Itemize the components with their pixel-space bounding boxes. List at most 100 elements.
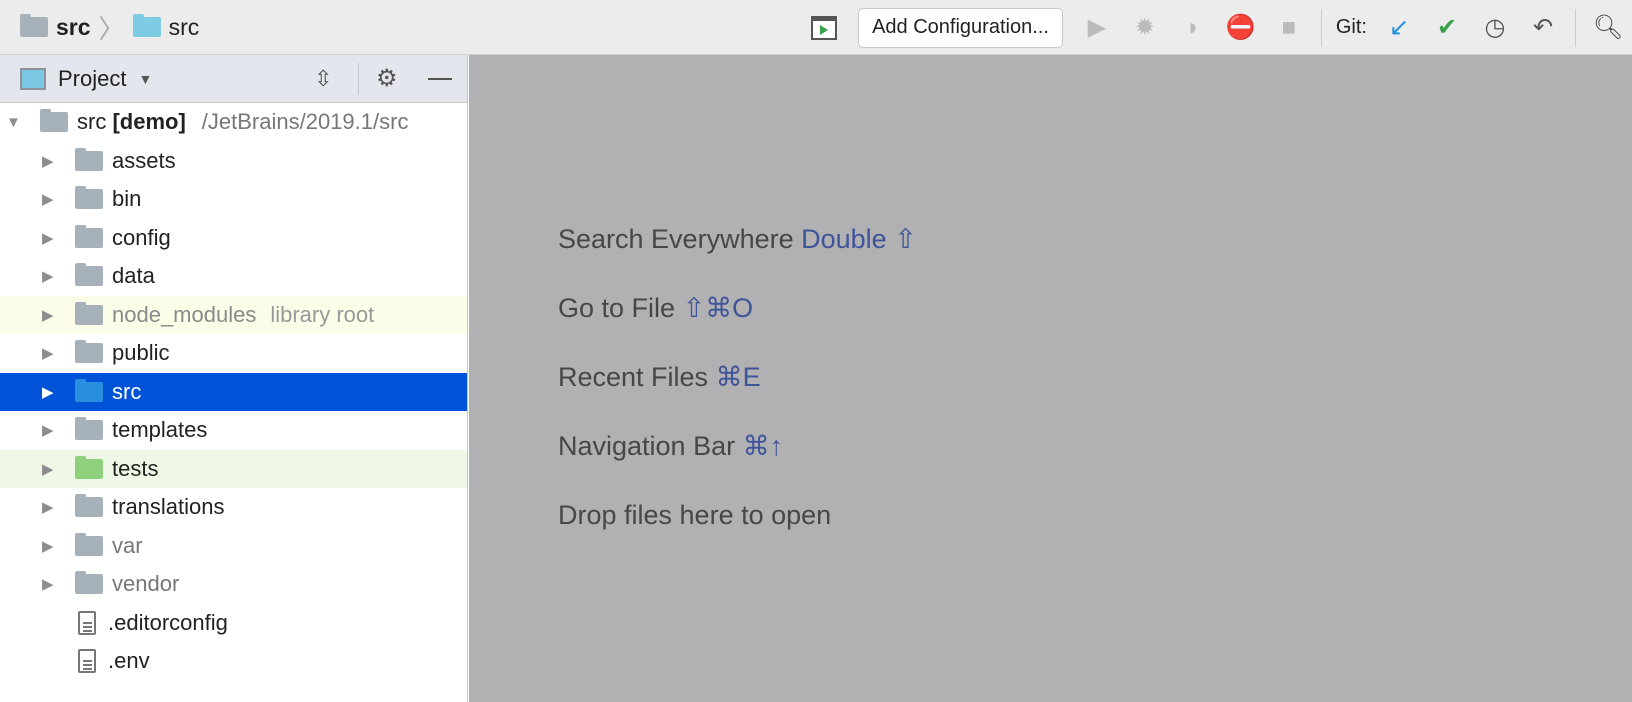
chevron-right-icon[interactable]: ▶ bbox=[42, 344, 56, 362]
folder-name: bin bbox=[112, 186, 142, 212]
folder-name: var bbox=[112, 532, 143, 558]
folder-name: node_modules bbox=[112, 301, 257, 327]
git-commit-icon[interactable]: ✔ bbox=[1427, 8, 1467, 48]
project-panel-header: Project ▼ ⇳ ⚙ bbox=[0, 55, 467, 103]
divider bbox=[1575, 8, 1576, 47]
editor-hint: Recent Files ⌘E bbox=[558, 362, 761, 393]
folder-name: vendor bbox=[112, 571, 180, 597]
tree-folder[interactable]: ▶ vendor bbox=[0, 565, 467, 604]
root-name: src bbox=[77, 109, 107, 135]
panel-title[interactable]: Project bbox=[58, 66, 126, 92]
add-configuration-button[interactable]: Add Configuration... bbox=[858, 7, 1063, 48]
tree-folder[interactable]: ▶ tests bbox=[0, 449, 467, 488]
hint-text: Drop files here to open bbox=[558, 500, 832, 530]
run-window-icon[interactable] bbox=[804, 8, 844, 48]
chevron-right-icon[interactable]: ▶ bbox=[42, 460, 56, 478]
folder-icon bbox=[75, 571, 103, 595]
tree-file[interactable]: .editorconfig bbox=[0, 604, 467, 643]
file-icon bbox=[78, 649, 96, 674]
coverage-icon[interactable]: ◗ bbox=[1173, 8, 1213, 48]
folder-name: data bbox=[112, 263, 155, 289]
folder-name: templates bbox=[112, 417, 208, 443]
git-label: Git: bbox=[1335, 16, 1367, 38]
folder-name: tests bbox=[112, 455, 159, 481]
tree-file[interactable]: .env bbox=[0, 642, 467, 681]
editor-empty-area[interactable]: Search Everywhere Double ⇧ Go to File ⇧⌘O… bbox=[469, 55, 1632, 702]
file-name: .editorconfig bbox=[108, 609, 228, 635]
breadcrumb-item[interactable]: src bbox=[56, 14, 91, 41]
chevron-right-icon[interactable]: ▶ bbox=[42, 383, 56, 401]
folder-note: library root bbox=[270, 301, 375, 327]
search-icon[interactable]: 🔍︎ bbox=[1588, 8, 1628, 48]
folder-icon bbox=[75, 301, 103, 325]
tree-folder[interactable]: ▶ data bbox=[0, 257, 467, 296]
chevron-right-icon[interactable]: ▶ bbox=[42, 421, 56, 439]
hint-text: Recent Files bbox=[558, 362, 709, 392]
editor-hint: Navigation Bar ⌘↑ bbox=[558, 431, 783, 462]
folder-name: public bbox=[112, 340, 170, 366]
folder-icon bbox=[75, 494, 103, 518]
git-update-icon[interactable]: ↙ bbox=[1379, 8, 1419, 48]
tree-folder[interactable]: ▶ translations bbox=[0, 488, 467, 527]
folder-icon bbox=[132, 14, 161, 37]
file-icon bbox=[78, 610, 96, 635]
project-icon bbox=[20, 67, 46, 90]
folder-icon bbox=[75, 455, 103, 479]
run-icon[interactable]: ▶ bbox=[1077, 8, 1117, 48]
tree-folder[interactable]: ▶ templates bbox=[0, 411, 467, 450]
navigation-toolbar: src 〉 src Add Configuration... ▶ ✹ ◗ ⛔ ■… bbox=[0, 0, 1632, 55]
gear-icon[interactable]: ⚙ bbox=[376, 64, 398, 93]
root-path: /JetBrains/2019.1/src bbox=[201, 109, 409, 135]
tree-folder[interactable]: ▶ node_modules library root bbox=[0, 295, 467, 334]
debug-icon[interactable]: ✹ bbox=[1125, 8, 1165, 48]
chevron-right-icon[interactable]: ▶ bbox=[42, 306, 56, 324]
chevron-right-icon[interactable]: ▶ bbox=[42, 575, 56, 593]
collapse-all-icon[interactable]: ⇳ bbox=[314, 66, 332, 92]
history-icon[interactable]: ◷ bbox=[1475, 8, 1515, 48]
breadcrumb-item[interactable]: src bbox=[169, 14, 200, 41]
folder-icon bbox=[75, 263, 103, 287]
folder-icon bbox=[75, 147, 103, 171]
tree-folder[interactable]: ▶ config bbox=[0, 219, 467, 258]
folder-icon bbox=[75, 378, 103, 402]
chevron-right-icon[interactable]: ▶ bbox=[42, 498, 56, 516]
hint-text: Go to File bbox=[558, 293, 676, 323]
hint-shortcut: Double ⇧ bbox=[801, 224, 917, 254]
module-name: [demo] bbox=[112, 109, 186, 135]
tree-root[interactable]: ▼ src [demo] /JetBrains/2019.1/src bbox=[0, 103, 467, 142]
chevron-right-icon[interactable]: ▶ bbox=[42, 267, 56, 285]
chevron-down-icon[interactable]: ▼ bbox=[138, 71, 152, 87]
hint-shortcut: ⌘↑ bbox=[742, 431, 784, 461]
chevron-down-icon[interactable]: ▼ bbox=[6, 114, 21, 131]
attach-debugger-icon[interactable]: ⛔ bbox=[1221, 8, 1261, 48]
chevron-right-icon[interactable]: ▶ bbox=[42, 229, 56, 247]
tree-folder[interactable]: ▶ assets bbox=[0, 142, 467, 181]
folder-icon bbox=[20, 14, 48, 37]
editor-hint: Go to File ⇧⌘O bbox=[558, 293, 753, 324]
editor-hint: Search Everywhere Double ⇧ bbox=[558, 224, 917, 255]
folder-name: translations bbox=[112, 494, 225, 520]
project-panel: Project ▼ ⇳ ⚙ ▼ src [demo] /JetBrains/20… bbox=[0, 55, 468, 702]
chevron-right-icon[interactable]: ▶ bbox=[42, 190, 56, 208]
tree-folder[interactable]: ▶ var bbox=[0, 527, 467, 566]
hint-shortcut: ⇧⌘O bbox=[682, 293, 754, 323]
tree-folder[interactable]: ▶ src bbox=[0, 372, 467, 411]
folder-icon bbox=[75, 532, 103, 556]
divider bbox=[358, 63, 359, 95]
hint-shortcut: ⌘E bbox=[715, 362, 761, 392]
stop-icon[interactable]: ■ bbox=[1269, 8, 1309, 48]
tree-folder[interactable]: ▶ bin bbox=[0, 180, 467, 219]
minimize-icon[interactable] bbox=[428, 78, 452, 80]
folder-icon bbox=[75, 186, 103, 210]
chevron-right-icon[interactable]: ▶ bbox=[42, 152, 56, 170]
hint-text: Search Everywhere bbox=[558, 224, 794, 254]
tree-folder[interactable]: ▶ public bbox=[0, 334, 467, 373]
rollback-icon[interactable]: ↶ bbox=[1523, 8, 1563, 48]
folder-name: assets bbox=[112, 147, 176, 173]
hint-text: Navigation Bar bbox=[558, 431, 736, 461]
folder-icon bbox=[75, 417, 103, 441]
divider bbox=[1320, 8, 1322, 47]
folder-icon bbox=[75, 224, 103, 248]
editor-hint: Drop files here to open bbox=[558, 500, 831, 531]
chevron-right-icon[interactable]: ▶ bbox=[42, 537, 56, 555]
